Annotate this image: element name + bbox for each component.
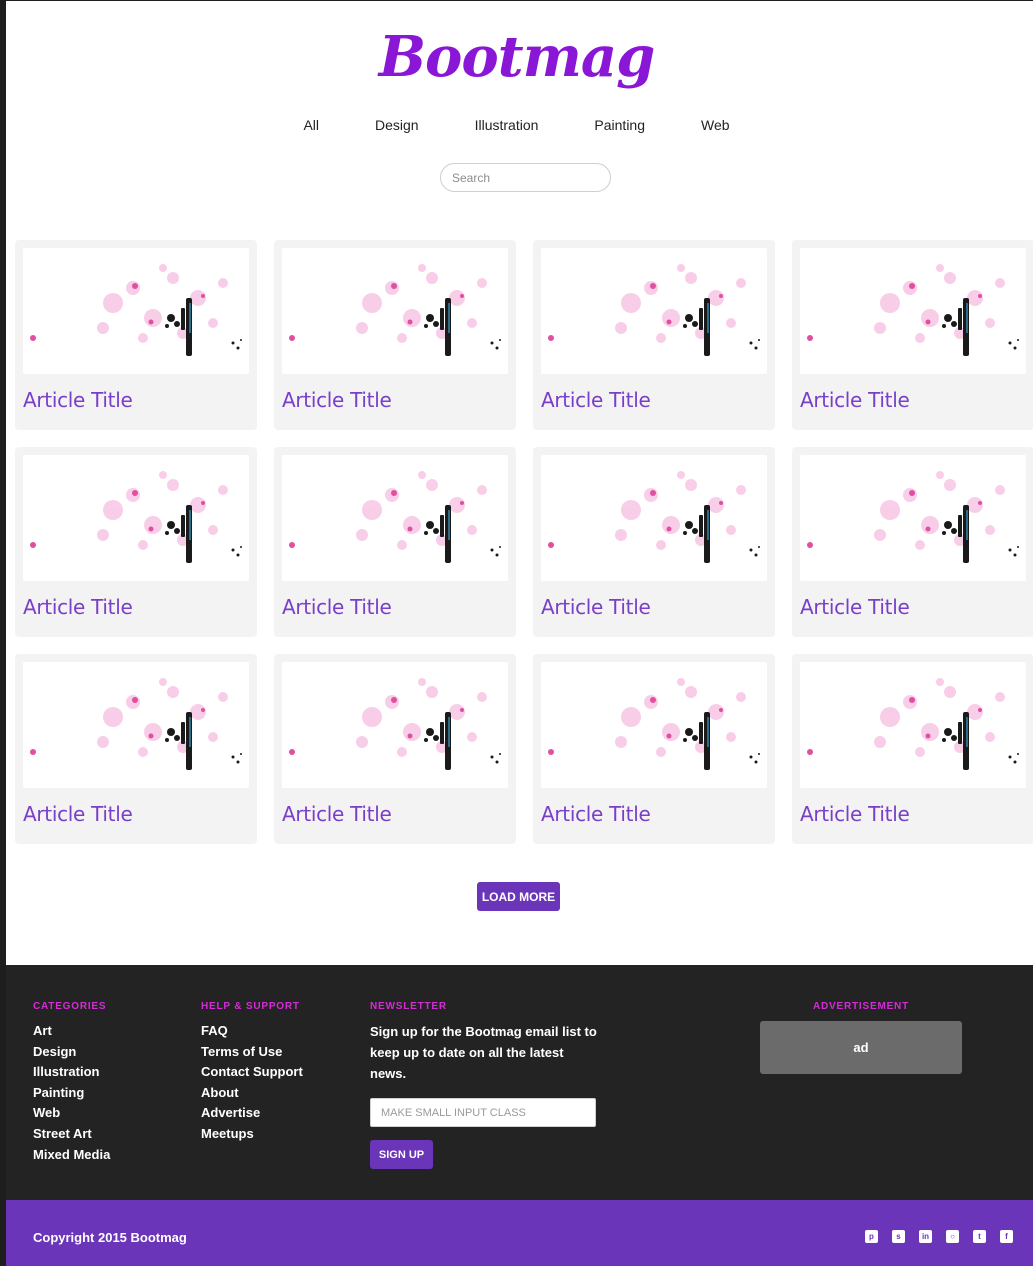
article-card[interactable]: Article Title — [533, 240, 775, 430]
footer-link-painting[interactable]: Painting — [33, 1083, 110, 1104]
article-card[interactable]: Article Title — [274, 654, 516, 844]
site-logo[interactable]: Bootmag — [0, 24, 1033, 90]
article-thumbnail[interactable] — [800, 662, 1026, 788]
footer-categories: CATEGORIES Art Design Illustration Paint… — [33, 1001, 110, 1165]
linkedin-icon[interactable]: in — [919, 1230, 932, 1243]
footer-newsletter-heading: NEWSLETTER — [370, 1001, 447, 1012]
article-title[interactable]: Article Title — [800, 595, 1026, 619]
article-thumbnail[interactable] — [541, 248, 767, 374]
article-title[interactable]: Article Title — [23, 595, 249, 619]
footer-link-faq[interactable]: FAQ — [201, 1021, 303, 1042]
article-title[interactable]: Article Title — [282, 802, 508, 826]
footer-link-advertise[interactable]: Advertise — [201, 1103, 303, 1124]
ad-banner[interactable]: ad — [760, 1021, 962, 1074]
twitter-icon[interactable]: t — [973, 1230, 986, 1243]
footer-link-design[interactable]: Design — [33, 1042, 110, 1063]
article-card[interactable]: Article Title — [792, 447, 1033, 637]
article-title[interactable]: Article Title — [800, 802, 1026, 826]
article-thumbnail[interactable] — [282, 455, 508, 581]
newsletter-description: Sign up for the Bootmag email list to ke… — [370, 1024, 597, 1081]
github-icon[interactable]: ○ — [946, 1230, 959, 1243]
social-links: p s in ○ t f — [865, 1230, 1013, 1243]
footer-help: HELP & SUPPORT FAQ Terms of Use Contact … — [201, 1001, 303, 1145]
pinterest-icon[interactable]: p — [865, 1230, 878, 1243]
copyright-text: Copyright 2015 Bootmag — [33, 1230, 187, 1245]
nav-item-web[interactable]: Web — [673, 117, 758, 133]
footer-newsletter: NEWSLETTER Sign up for the Bootmag email… — [370, 1001, 600, 1169]
footer-link-art[interactable]: Art — [33, 1021, 110, 1042]
article-title[interactable]: Article Title — [541, 388, 767, 412]
footer-link-illustration[interactable]: Illustration — [33, 1062, 110, 1083]
footer-advertisement: ADVERTISEMENT ad — [760, 1001, 962, 1074]
article-card[interactable]: Article Title — [533, 654, 775, 844]
article-title[interactable]: Article Title — [282, 388, 508, 412]
article-card[interactable]: Article Title — [792, 240, 1033, 430]
article-thumbnail[interactable] — [541, 455, 767, 581]
footer-link-mixed-media[interactable]: Mixed Media — [33, 1145, 110, 1166]
article-thumbnail[interactable] — [800, 455, 1026, 581]
article-card[interactable]: Article Title — [15, 240, 257, 430]
article-title[interactable]: Article Title — [23, 388, 249, 412]
article-thumbnail[interactable] — [23, 662, 249, 788]
footer: CATEGORIES Art Design Illustration Paint… — [6, 965, 1033, 1200]
nav-item-illustration[interactable]: Illustration — [447, 117, 567, 133]
newsletter-email-input[interactable] — [370, 1098, 596, 1127]
article-title[interactable]: Article Title — [800, 388, 1026, 412]
article-thumbnail[interactable] — [282, 662, 508, 788]
article-title[interactable]: Article Title — [541, 595, 767, 619]
article-title[interactable]: Article Title — [541, 802, 767, 826]
bottom-bar: Copyright 2015 Bootmag p s in ○ t f — [6, 1200, 1033, 1266]
footer-link-street-art[interactable]: Street Art — [33, 1124, 110, 1145]
article-thumbnail[interactable] — [23, 248, 249, 374]
footer-help-heading: HELP & SUPPORT — [201, 1001, 300, 1012]
article-card[interactable]: Article Title — [533, 447, 775, 637]
footer-link-about[interactable]: About — [201, 1083, 303, 1104]
facebook-icon[interactable]: f — [1000, 1230, 1013, 1243]
signup-button[interactable]: SIGN UP — [370, 1140, 433, 1169]
article-card[interactable]: Article Title — [792, 654, 1033, 844]
footer-link-contact[interactable]: Contact Support — [201, 1062, 303, 1083]
article-thumbnail[interactable] — [282, 248, 508, 374]
article-thumbnail[interactable] — [541, 662, 767, 788]
article-title[interactable]: Article Title — [282, 595, 508, 619]
load-more-button[interactable]: LOAD MORE — [477, 882, 560, 911]
nav-item-design[interactable]: Design — [347, 117, 447, 133]
article-card[interactable]: Article Title — [274, 240, 516, 430]
article-card[interactable]: Article Title — [15, 654, 257, 844]
nav-item-painting[interactable]: Painting — [566, 117, 673, 133]
footer-link-terms[interactable]: Terms of Use — [201, 1042, 303, 1063]
article-grid: Article Title Article Title Article Titl… — [15, 240, 1033, 844]
article-card[interactable]: Article Title — [15, 447, 257, 637]
article-thumbnail[interactable] — [800, 248, 1026, 374]
category-nav: All Design Illustration Painting Web — [0, 117, 1033, 133]
footer-link-web[interactable]: Web — [33, 1103, 110, 1124]
search-input[interactable] — [440, 163, 611, 192]
article-title[interactable]: Article Title — [23, 802, 249, 826]
footer-link-meetups[interactable]: Meetups — [201, 1124, 303, 1145]
nav-item-all[interactable]: All — [275, 117, 347, 133]
footer-advertisement-heading: ADVERTISEMENT — [813, 1001, 909, 1012]
article-card[interactable]: Article Title — [274, 447, 516, 637]
skype-icon[interactable]: s — [892, 1230, 905, 1243]
article-thumbnail[interactable] — [23, 455, 249, 581]
footer-categories-heading: CATEGORIES — [33, 1001, 107, 1012]
